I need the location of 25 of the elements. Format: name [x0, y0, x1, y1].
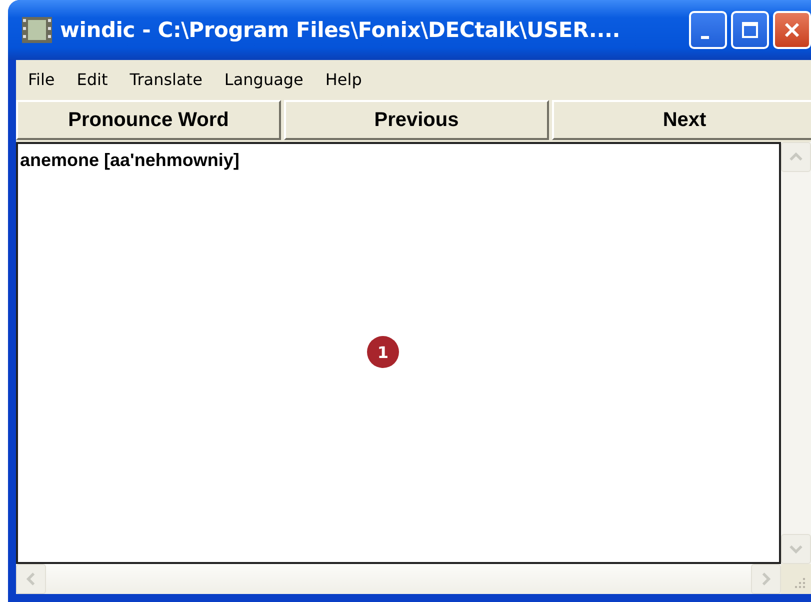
- toolbar-button[interactable]: Pronounce Word: [16, 100, 281, 140]
- horizontal-scrollbar[interactable]: [16, 564, 781, 594]
- maximize-icon: [740, 20, 760, 40]
- menu-item[interactable]: Language: [224, 70, 304, 88]
- scroll-right-button[interactable]: [751, 564, 781, 594]
- menu-item[interactable]: Edit: [76, 70, 108, 88]
- scroll-down-button[interactable]: [781, 534, 811, 564]
- menu-item[interactable]: Help: [325, 70, 362, 88]
- menu-item[interactable]: File: [28, 70, 55, 88]
- film-icon: [22, 15, 52, 45]
- minimize-button[interactable]: [689, 11, 727, 49]
- vertical-scrollbar[interactable]: [781, 142, 811, 564]
- maximize-button[interactable]: [731, 11, 769, 49]
- text-area[interactable]: anemone [aa'nehmowniy] 1: [16, 142, 781, 564]
- close-icon: [782, 20, 802, 40]
- scroll-up-button[interactable]: [781, 142, 811, 172]
- entry-text: anemone [aa'nehmowniy]: [20, 150, 240, 170]
- window-title: windic - C:\Program Files\Fonix\DECtalk\USER....: [60, 18, 622, 42]
- toolbar-button[interactable]: Previous: [284, 100, 549, 140]
- scroll-left-button[interactable]: [16, 564, 46, 594]
- close-button[interactable]: [773, 11, 811, 49]
- minimize-icon: [701, 36, 709, 38]
- menu-item[interactable]: Translate: [130, 70, 202, 88]
- callout-badge: 1: [367, 336, 399, 368]
- toolbar-button[interactable]: Next: [552, 100, 811, 140]
